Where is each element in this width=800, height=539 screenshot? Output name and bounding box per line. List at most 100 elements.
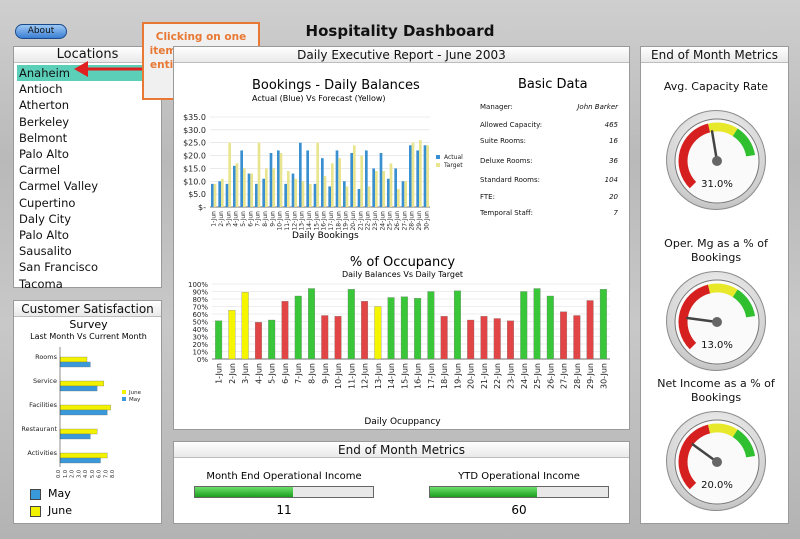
location-item[interactable]: Daly City xyxy=(17,211,157,227)
legend-may-label: May xyxy=(48,487,71,500)
x-tick-label: 6-Jun xyxy=(247,211,254,227)
x-tick-label: 17-Jun xyxy=(328,211,335,231)
gauge-title: Avg. Capacity Rate xyxy=(663,80,769,93)
basic-data-label: Deluxe Rooms: xyxy=(480,157,533,165)
y-tick-label: 40% xyxy=(192,326,208,334)
gauge-band xyxy=(708,423,738,438)
x-tick-label: 8.0 xyxy=(110,470,116,478)
basic-data-title: Basic Data xyxy=(518,77,588,92)
bar-actual xyxy=(247,173,251,207)
location-item[interactable]: Carmel xyxy=(17,162,157,178)
bar-actual xyxy=(233,165,236,207)
x-tick-label: 13-Jun xyxy=(374,363,383,389)
bar-actual xyxy=(306,150,309,207)
x-tick-label: 1.0 xyxy=(63,470,69,478)
y-tick-label: 30% xyxy=(192,334,208,342)
location-item[interactable]: Sausalito xyxy=(17,243,157,259)
gauge-title: Oper. Mg as a % of Bookings xyxy=(664,237,768,264)
x-tick-label: 18-Jun xyxy=(335,211,342,231)
bar-target xyxy=(250,173,253,207)
basic-data-label: Temporal Staff: xyxy=(480,209,533,217)
legend-may-swatch xyxy=(30,489,41,500)
gauges-panel: End of Month Metrics Avg. Capacity Rate 3… xyxy=(640,46,789,524)
y-tick-label: 60% xyxy=(192,311,208,319)
occupancy-bar xyxy=(440,316,448,360)
x-tick-label: 25-Jun xyxy=(533,363,542,389)
gauges-title: End of Month Metrics xyxy=(641,47,788,63)
occupancy-bar xyxy=(573,315,581,360)
x-tick-label: 2.0 xyxy=(70,470,76,478)
survey-bar-june xyxy=(59,428,98,435)
y-tick-label: $- xyxy=(198,203,206,212)
about-button[interactable]: About xyxy=(15,24,67,39)
legend-swatch xyxy=(436,155,440,159)
y-tick-label: $5.0 xyxy=(188,190,206,199)
callout-arrow-icon xyxy=(74,61,142,77)
bar-actual xyxy=(335,150,339,207)
bar-target xyxy=(272,168,275,207)
report-title: Daily Executive Report - June 2003 xyxy=(174,47,629,63)
y-tick-label: $25.0 xyxy=(183,139,206,148)
occupancy-bar xyxy=(493,318,501,360)
y-tick-label: 70% xyxy=(192,304,208,312)
x-tick-label: 1-Jun xyxy=(211,211,218,227)
y-tick-label: 100% xyxy=(188,281,208,289)
bar-actual xyxy=(357,189,361,207)
x-tick-label: 19-Jun xyxy=(343,211,350,231)
legend-swatch xyxy=(122,397,126,401)
occupancy-title: % of Occupancy xyxy=(349,255,456,270)
survey-bar-june xyxy=(59,452,108,459)
location-item[interactable]: San Francisco xyxy=(17,259,157,275)
bar-target xyxy=(375,171,378,207)
occupancy-bar xyxy=(467,319,475,360)
bar-target xyxy=(338,158,341,207)
bar-target xyxy=(404,181,407,207)
bar-actual xyxy=(328,186,331,207)
location-item[interactable]: Palo Alto xyxy=(17,227,157,243)
x-tick-label: 9-Jun xyxy=(321,363,330,384)
x-tick-label: 28-Jun xyxy=(409,211,416,231)
location-item[interactable]: Cupertino xyxy=(17,195,157,211)
x-tick-label: 1-Jun xyxy=(215,363,224,384)
occupancy-bar xyxy=(586,300,594,360)
survey-bar-may xyxy=(59,433,91,440)
occupancy-bar xyxy=(374,306,382,360)
bar-actual xyxy=(365,150,368,207)
bar-target xyxy=(257,142,261,207)
basic-data-value: John Barker xyxy=(577,103,618,111)
basic-data-value: 20 xyxy=(609,193,618,201)
x-tick-label: 5.0 xyxy=(90,470,96,478)
location-item[interactable]: Berkeley xyxy=(17,114,157,130)
occupancy-bar xyxy=(215,320,223,360)
basic-data-value: 104 xyxy=(604,176,618,184)
location-item[interactable]: Atherton xyxy=(17,97,157,113)
gauge-hub xyxy=(712,457,722,467)
location-item[interactable]: Palo Alto xyxy=(17,146,157,162)
bar-target xyxy=(279,153,283,207)
bar-actual xyxy=(394,168,397,207)
legend-swatch xyxy=(122,390,126,394)
y-tick-label: 10% xyxy=(192,349,208,357)
bar-actual xyxy=(379,153,383,207)
legend-label: June xyxy=(128,390,142,396)
y-tick-label: 20% xyxy=(192,341,208,349)
x-tick-label: 4-Jun xyxy=(254,363,263,384)
bar-target xyxy=(419,140,422,207)
x-tick-label: 3.0 xyxy=(76,470,82,478)
bar-target xyxy=(316,142,319,207)
legend-june-label: June xyxy=(48,504,72,517)
occupancy-bar xyxy=(533,288,541,360)
y-tick-label: $30.0 xyxy=(183,126,206,135)
basic-data-label: FTE: xyxy=(480,193,495,201)
occupancy-bar xyxy=(520,291,528,360)
location-item[interactable]: Belmont xyxy=(17,130,157,146)
legend-label: Actual xyxy=(444,154,463,161)
op-income-label: Month End Operational Income xyxy=(206,471,362,482)
location-item[interactable]: Carmel Valley xyxy=(17,178,157,194)
x-tick-label: 3-Jun xyxy=(241,363,250,384)
x-tick-label: 14-Jun xyxy=(387,363,396,389)
location-item[interactable]: Tacoma xyxy=(17,276,157,292)
bookings-subtitle: Actual (Blue) Vs Forecast (Yellow) xyxy=(252,94,386,103)
bar-actual xyxy=(387,178,390,207)
bar-actual xyxy=(211,183,214,207)
